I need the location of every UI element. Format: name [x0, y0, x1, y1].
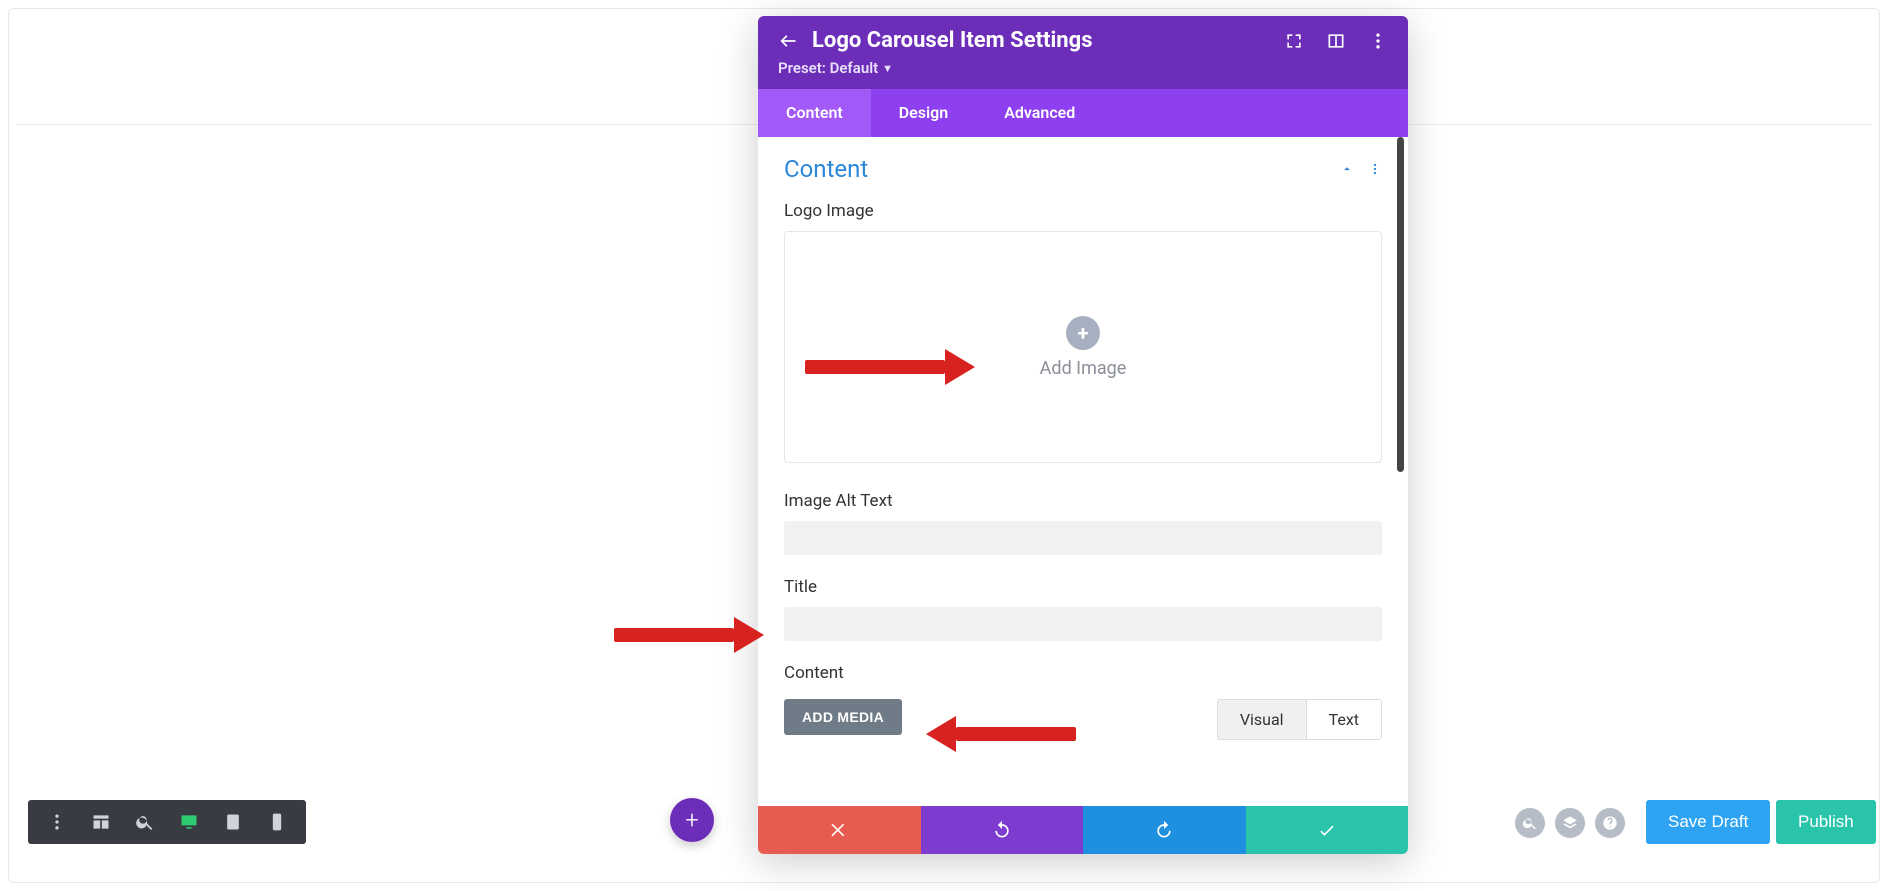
add-media-button[interactable]: ADD MEDIA [784, 699, 902, 735]
cancel-button[interactable] [758, 806, 921, 854]
tab-content[interactable]: Content [758, 89, 871, 137]
logo-image-label: Logo Image [784, 201, 1382, 221]
publish-button[interactable]: Publish [1776, 800, 1876, 844]
section-kebab-icon[interactable] [1368, 162, 1382, 176]
toolbar-tablet[interactable] [214, 804, 252, 840]
add-image-text: Add Image [1040, 358, 1127, 379]
tab-advanced[interactable]: Advanced [976, 89, 1103, 137]
phone-icon [267, 812, 287, 832]
toolbar-desktop[interactable] [170, 804, 208, 840]
section-title: Content [784, 155, 868, 183]
kebab-icon[interactable] [1368, 31, 1388, 51]
preset-selector[interactable]: Preset: Default ▼ [778, 59, 1388, 77]
search-icon [1522, 815, 1538, 831]
modal-footer [758, 806, 1408, 854]
section-header[interactable]: Content [784, 155, 1382, 183]
add-image-box[interactable]: + Add Image [784, 231, 1382, 463]
caret-down-icon: ▼ [882, 62, 893, 75]
title-input[interactable] [784, 607, 1382, 641]
editor-tab-text[interactable]: Text [1306, 700, 1381, 739]
modal-tab-bar: Content Design Advanced [758, 89, 1408, 137]
close-icon [829, 820, 849, 840]
plus-icon: + [1066, 316, 1100, 350]
title-label: Title [784, 577, 1382, 597]
editor-tab-visual[interactable]: Visual [1218, 700, 1306, 739]
back-icon[interactable] [778, 31, 798, 51]
redo-icon [1154, 820, 1174, 840]
check-icon [1317, 820, 1337, 840]
image-alt-label: Image Alt Text [784, 491, 1382, 511]
image-alt-input[interactable] [784, 521, 1382, 555]
builder-toolbar [28, 800, 306, 844]
add-module-fab[interactable]: + [670, 798, 714, 842]
toolbar-kebab[interactable] [38, 804, 76, 840]
modal-body: Content Logo Image + Add Image Image Alt… [758, 137, 1408, 806]
layers-icon [1562, 815, 1578, 831]
tab-design[interactable]: Design [871, 89, 976, 137]
wireframe-icon [91, 812, 111, 832]
question-icon [1602, 815, 1618, 831]
kebab-icon [47, 812, 67, 832]
toolbar-wireframe[interactable] [82, 804, 120, 840]
history-button[interactable] [1515, 808, 1545, 838]
toolbar-phone[interactable] [258, 804, 296, 840]
modal-title: Logo Carousel Item Settings [812, 28, 1093, 53]
desktop-icon [179, 812, 199, 832]
layers-button[interactable] [1555, 808, 1585, 838]
scrollbar-thumb[interactable] [1397, 137, 1404, 472]
undo-icon [992, 820, 1012, 840]
toolbar-zoom[interactable] [126, 804, 164, 840]
editor-mode-tabs: Visual Text [1217, 699, 1382, 740]
preset-label: Preset: Default [778, 59, 878, 77]
confirm-button[interactable] [1246, 806, 1409, 854]
plus-icon: + [685, 806, 699, 834]
modal-header: Logo Carousel Item Settings Preset: Defa… [758, 16, 1408, 89]
help-button[interactable] [1595, 808, 1625, 838]
redo-button[interactable] [1083, 806, 1246, 854]
expand-icon[interactable] [1284, 31, 1304, 51]
save-draft-button[interactable]: Save Draft [1646, 800, 1770, 844]
settings-modal: Logo Carousel Item Settings Preset: Defa… [758, 16, 1408, 854]
columns-icon[interactable] [1326, 31, 1346, 51]
tablet-icon [223, 812, 243, 832]
chevron-up-icon[interactable] [1340, 162, 1354, 176]
search-icon [135, 812, 155, 832]
content-label: Content [784, 663, 1382, 683]
undo-button[interactable] [921, 806, 1084, 854]
